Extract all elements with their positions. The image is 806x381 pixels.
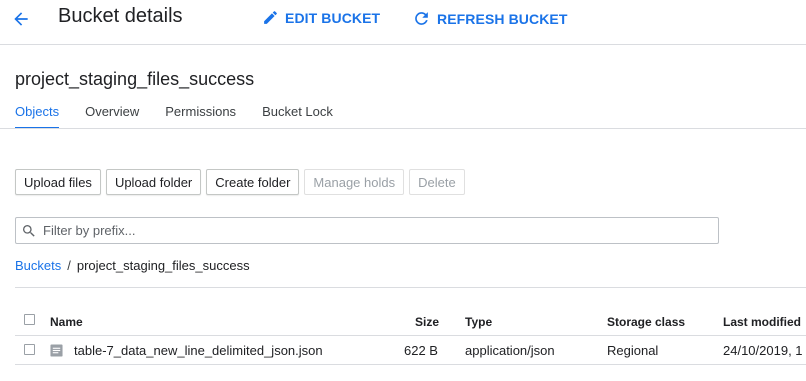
file-type: application/json — [465, 343, 555, 358]
tab-permissions[interactable]: Permissions — [165, 104, 236, 129]
search-icon — [23, 224, 35, 237]
edit-bucket-button[interactable]: EDIT BUCKET — [262, 9, 380, 26]
column-header-storage-class[interactable]: Storage class — [607, 315, 685, 329]
tab-objects[interactable]: Objects — [15, 104, 60, 129]
file-storage-class: Regional — [607, 343, 659, 358]
file-name-link[interactable]: table-7_data_new_line_delimited_json.jso… — [74, 343, 323, 358]
upload-folder-button[interactable]: Upload folder — [105, 169, 202, 195]
tab-bucket-lock[interactable]: Bucket Lock — [262, 104, 333, 129]
create-folder-button[interactable]: Create folder — [206, 169, 300, 195]
column-header-name[interactable]: Name — [50, 315, 83, 329]
column-header-last-modified[interactable]: Last modified — [723, 315, 801, 329]
filter-box — [15, 217, 719, 244]
bucket-name: project_staging_files_success — [15, 69, 255, 89]
file-size: 622 B — [404, 343, 438, 358]
tab-overview[interactable]: Overview — [85, 104, 139, 129]
delete-button[interactable]: Delete — [409, 169, 465, 195]
tabs-divider — [0, 128, 806, 129]
refresh-icon — [415, 12, 428, 25]
file-last-modified: 24/10/2019, 1 — [723, 343, 803, 358]
row-checkbox[interactable] — [24, 344, 35, 355]
refresh-bucket-button[interactable]: REFRESH BUCKET — [412, 9, 568, 28]
column-header-size[interactable]: Size — [415, 315, 439, 329]
back-button[interactable] — [6, 4, 36, 34]
filter-input[interactable] — [43, 223, 718, 238]
refresh-bucket-label: REFRESH BUCKET — [437, 10, 568, 27]
table-row: table-7_data_new_line_delimited_json.jso… — [15, 336, 806, 365]
upload-files-button[interactable]: Upload files — [15, 169, 101, 195]
table-header-row: Name Size Type Storage class Last modifi… — [15, 307, 806, 336]
breadcrumb-separator: / — [67, 258, 71, 273]
arrow-back-icon — [14, 12, 28, 26]
header-divider — [0, 44, 806, 45]
file-icon — [50, 344, 63, 357]
column-header-type[interactable]: Type — [465, 315, 492, 329]
select-all-checkbox[interactable] — [24, 314, 35, 325]
breadcrumb-buckets-link[interactable]: Buckets — [15, 258, 61, 273]
page-title: Bucket details — [58, 5, 183, 27]
breadcrumb-current: project_staging_files_success — [76, 258, 250, 273]
breadcrumb-divider — [15, 287, 806, 288]
manage-holds-button[interactable]: Manage holds — [304, 169, 405, 195]
tab-bar: Objects Overview Permissions Bucket Lock — [15, 104, 359, 129]
pencil-icon — [264, 11, 277, 24]
breadcrumb: Buckets / project_staging_files_success — [15, 258, 250, 273]
object-toolbar: Upload files Upload folder Create folder… — [15, 169, 465, 195]
edit-bucket-label: EDIT BUCKET — [285, 9, 381, 26]
